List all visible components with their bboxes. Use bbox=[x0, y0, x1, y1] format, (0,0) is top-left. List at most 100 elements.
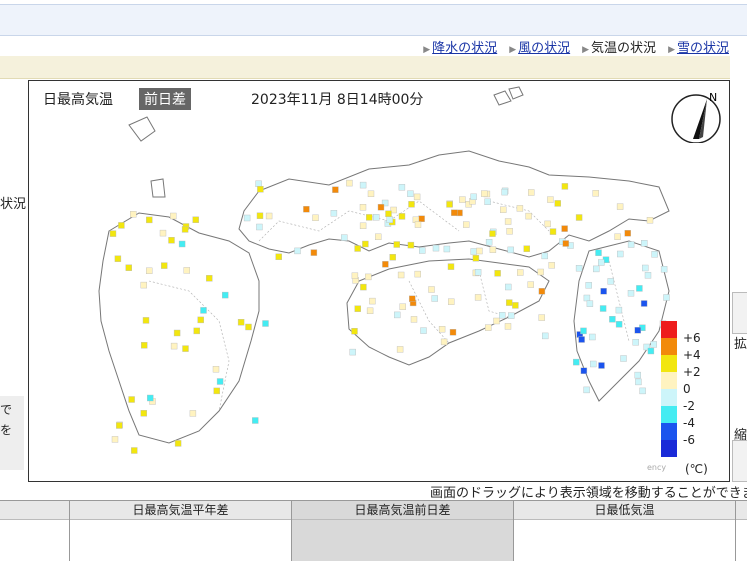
station-marker bbox=[396, 346, 404, 353]
nav-item-wind[interactable]: ▶ 風の状況 bbox=[509, 37, 570, 56]
station-marker bbox=[354, 245, 361, 252]
header-bar bbox=[0, 4, 747, 36]
station-marker bbox=[168, 236, 175, 244]
station-marker bbox=[265, 212, 273, 220]
station-marker bbox=[459, 196, 466, 203]
legend-label: +6 bbox=[683, 331, 701, 345]
station-marker bbox=[174, 440, 182, 447]
station-marker bbox=[537, 268, 544, 276]
status-nav: ▶ 降水の状況 ▶ 風の状況 ▶ 気温の状況 ▶ 雪の状況 bbox=[423, 37, 729, 56]
left-box-line: で bbox=[0, 403, 13, 417]
station-marker bbox=[170, 212, 177, 220]
station-marker bbox=[544, 220, 551, 228]
map-panel[interactable]: 日最高気温 前日差 2023年11月 8日14時00分 N +6 +4 +2 0… bbox=[28, 80, 730, 482]
thumbnail-tab-normal-diff[interactable]: 日最高気温平年差 bbox=[69, 501, 291, 561]
station-marker bbox=[131, 447, 138, 454]
thumbnail-preview bbox=[514, 520, 735, 561]
station-marker bbox=[173, 329, 181, 337]
island-outline bbox=[508, 86, 524, 100]
legend-unit: (℃) bbox=[685, 462, 708, 476]
station-marker bbox=[349, 348, 356, 356]
station-marker bbox=[489, 230, 496, 237]
zoom-out-button[interactable] bbox=[732, 440, 747, 482]
station-marker bbox=[438, 325, 446, 333]
station-marker bbox=[245, 323, 252, 331]
copyright-text: ency bbox=[647, 463, 667, 472]
thumbnail-label bbox=[736, 501, 747, 520]
left-panel-label: 状況 bbox=[0, 197, 27, 212]
station-marker bbox=[256, 212, 264, 219]
station-marker bbox=[580, 327, 587, 335]
nav-item-snow[interactable]: ▶ 雪の状況 bbox=[668, 37, 729, 56]
station-marker bbox=[145, 267, 153, 275]
station-marker bbox=[586, 300, 594, 307]
thumbnail-tab[interactable] bbox=[0, 501, 69, 561]
north-arrow-icon: N bbox=[671, 91, 721, 143]
legend-swatch bbox=[661, 372, 677, 389]
station-marker bbox=[583, 386, 590, 394]
station-marker bbox=[547, 196, 554, 203]
station-marker bbox=[181, 226, 189, 233]
island-outline bbox=[150, 178, 166, 198]
zoom-in-button[interactable] bbox=[732, 292, 747, 334]
station-marker bbox=[506, 227, 513, 235]
nav-item-temp: ▶ 気温の状況 bbox=[582, 37, 656, 56]
station-marker bbox=[448, 298, 455, 305]
station-marker bbox=[346, 179, 353, 187]
station-marker bbox=[507, 246, 514, 254]
shikoku-kyushu-map[interactable] bbox=[29, 81, 729, 481]
thumbnail-tab-prev-day-diff[interactable]: 日最高気温前日差 bbox=[291, 501, 513, 561]
station-marker bbox=[650, 341, 657, 348]
station-marker bbox=[414, 221, 422, 228]
station-marker bbox=[449, 329, 457, 336]
thumbnail-label: 日最低気温 bbox=[514, 501, 735, 520]
station-marker bbox=[389, 253, 396, 261]
station-marker bbox=[607, 278, 614, 285]
station-marker bbox=[512, 302, 519, 309]
legend-swatch bbox=[661, 321, 677, 338]
station-marker bbox=[178, 240, 186, 248]
station-marker bbox=[528, 189, 535, 196]
observation-datetime: 2023年11月 8日14時00分 bbox=[251, 92, 424, 108]
nav-link-precipitation[interactable]: 降水の状況 bbox=[432, 41, 497, 56]
station-marker bbox=[206, 275, 213, 282]
coastline-kinki bbox=[573, 240, 670, 402]
station-marker bbox=[548, 262, 555, 269]
station-marker bbox=[598, 259, 605, 266]
station-marker bbox=[114, 255, 122, 262]
station-marker bbox=[398, 213, 406, 220]
station-marker bbox=[257, 185, 264, 193]
station-marker bbox=[615, 306, 623, 314]
nav-link-wind[interactable]: 風の状況 bbox=[518, 41, 570, 56]
station-marker bbox=[660, 265, 668, 273]
station-marker bbox=[128, 396, 135, 403]
left-box-line: を bbox=[0, 423, 13, 437]
station-marker bbox=[140, 410, 148, 417]
station-marker bbox=[394, 311, 401, 319]
triangle-icon: ▶ bbox=[668, 45, 675, 55]
station-marker bbox=[407, 241, 415, 249]
legend-swatch bbox=[661, 440, 677, 457]
station-marker bbox=[634, 371, 641, 379]
station-marker bbox=[440, 338, 448, 346]
station-marker bbox=[262, 320, 269, 327]
thumbnail-tab[interactable] bbox=[735, 501, 747, 561]
nav-item-precip[interactable]: ▶ 降水の状況 bbox=[423, 37, 497, 56]
station-marker bbox=[413, 193, 421, 201]
station-marker bbox=[499, 312, 506, 319]
station-marker bbox=[130, 210, 137, 218]
thumbnail-tab-min-temp[interactable]: 日最低気温 bbox=[513, 501, 735, 561]
station-marker bbox=[538, 288, 546, 295]
station-marker bbox=[527, 281, 534, 288]
station-marker bbox=[170, 342, 178, 350]
station-marker bbox=[159, 229, 167, 237]
station-marker bbox=[182, 345, 189, 352]
coastline-chugoku bbox=[238, 150, 670, 258]
station-marker bbox=[275, 253, 282, 261]
station-marker bbox=[399, 303, 406, 310]
nav-link-snow[interactable]: 雪の状況 bbox=[677, 41, 729, 56]
station-marker bbox=[362, 240, 369, 248]
station-marker bbox=[367, 190, 375, 198]
station-marker bbox=[590, 360, 597, 368]
station-marker bbox=[197, 316, 204, 324]
